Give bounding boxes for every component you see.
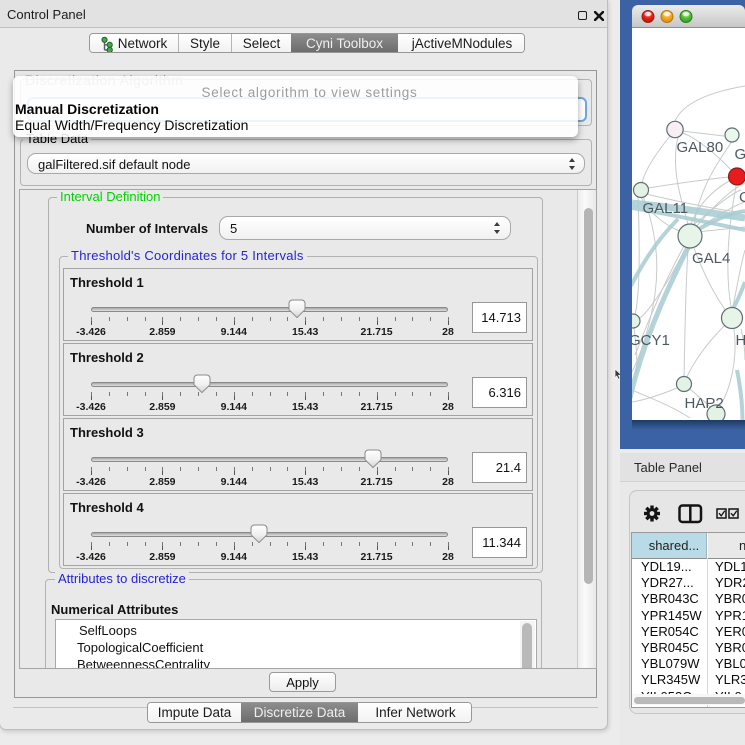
svg-text:HIS: HIS — [736, 332, 745, 349]
svg-text:HAP2: HAP2 — [685, 395, 724, 412]
svg-text:GAL80: GAL80 — [677, 139, 724, 156]
svg-text:GAL4: GAL4 — [692, 250, 730, 267]
svg-text:CDC: CDC — [739, 189, 745, 206]
svg-text:GAL3: GAL3 — [735, 146, 745, 163]
svg-text:GCY1: GCY1 — [632, 332, 670, 349]
svg-text:GAL11: GAL11 — [643, 200, 689, 217]
